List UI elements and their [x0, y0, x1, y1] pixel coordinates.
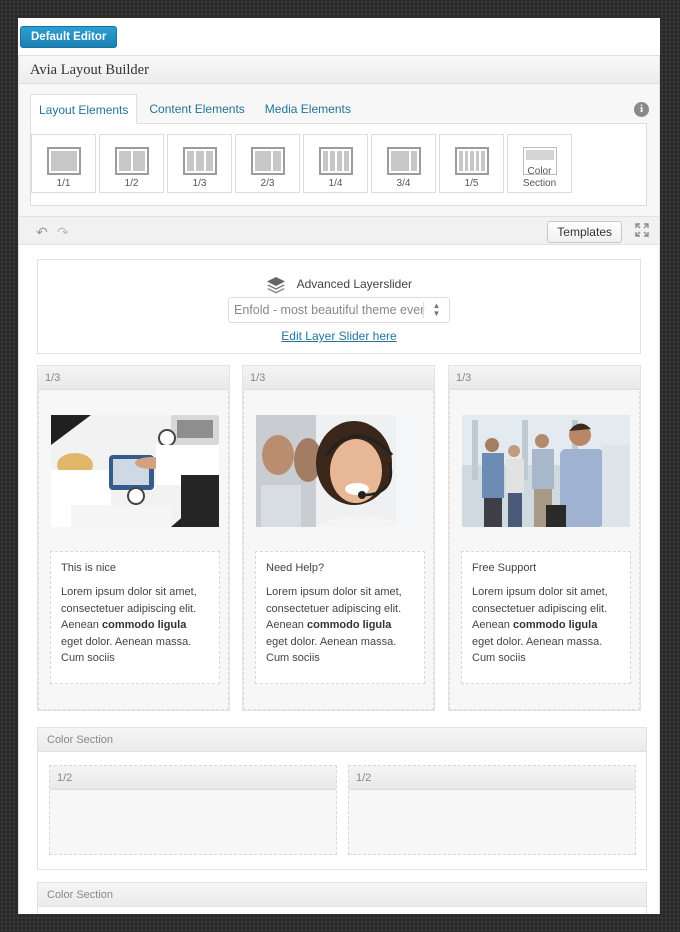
layout-3-4-button[interactable]: 3/4 — [371, 134, 436, 193]
editor-frame: Default Editor Avia Layout Builder Layou… — [18, 18, 660, 914]
layout-1-4-icon — [319, 147, 353, 175]
one-half-column[interactable]: 1/2 — [348, 765, 636, 855]
layout-builder: Avia Layout Builder Layout Elements Cont… — [18, 55, 660, 914]
shortcode-label: 1/1 — [56, 178, 71, 189]
text-block-title: Need Help? — [266, 562, 325, 574]
builder-canvas: Advanced Layerslider Enfold - most beaut… — [19, 245, 659, 914]
business-meeting-photo[interactable] — [51, 415, 219, 527]
layout-1-2-button[interactable]: 1/2 — [99, 134, 164, 193]
one-third-column[interactable]: 1/3 — [242, 365, 435, 711]
shortcode-label: 1/4 — [328, 178, 343, 189]
undo-icon[interactable]: ↶ — [36, 224, 48, 241]
text-block-title: Free Support — [472, 562, 537, 574]
shortcode-label: 1/5 — [464, 178, 479, 189]
column-size-label: 1/3 — [243, 366, 434, 390]
text-block-body: Lorem ipsum dolor sit amet, consectetuer… — [266, 586, 402, 664]
elements-area: Layout Elements Content Elements Media E… — [19, 84, 659, 217]
layout-1-2-icon — [115, 147, 149, 175]
text-block[interactable]: Free Support Lorem ipsum dolor sit amet,… — [461, 551, 631, 684]
office-team-photo[interactable] — [462, 415, 630, 527]
layerslider-heading: Advanced Layerslider — [38, 276, 640, 294]
layout-1-1-button[interactable]: 1/1 — [31, 134, 96, 193]
shortcode-label: Color Section — [508, 166, 571, 189]
text-block-body: Lorem ipsum dolor sit amet, consectetuer… — [472, 586, 608, 664]
default-editor-button[interactable]: Default Editor — [20, 26, 118, 48]
column-size-label: 1/2 — [50, 766, 336, 790]
color-section[interactable]: Color Section — [37, 882, 647, 914]
builder-title: Avia Layout Builder — [19, 56, 659, 84]
layout-elements-panel: 1/1 1/2 1/3 2/3 1/4 3/4 1/5 Color Sectio… — [30, 123, 647, 206]
layout-1-4-button[interactable]: 1/4 — [303, 134, 368, 193]
tab-media-elements[interactable]: Media Elements — [257, 94, 359, 124]
column-body: Free Support Lorem ipsum dolor sit amet,… — [449, 391, 640, 710]
element-tabs: Layout Elements Content Elements Media E… — [30, 94, 363, 124]
layerslider-element[interactable]: Advanced Layerslider Enfold - most beaut… — [37, 259, 641, 354]
shortcode-label: 2/3 — [260, 178, 275, 189]
one-third-column[interactable]: 1/3 — [448, 365, 641, 711]
text-block-title: This is nice — [61, 562, 117, 574]
color-section-button[interactable]: Color Section — [507, 134, 572, 193]
column-body: This is nice Lorem ipsum dolor sit amet,… — [38, 391, 229, 710]
tab-content-elements[interactable]: Content Elements — [141, 94, 252, 124]
tab-layout-elements[interactable]: Layout Elements — [30, 94, 138, 124]
column-size-label: 1/2 — [349, 766, 635, 790]
shortcode-label: 1/2 — [124, 178, 139, 189]
column-size-label: 1/3 — [449, 366, 640, 390]
text-block[interactable]: This is nice Lorem ipsum dolor sit amet,… — [50, 551, 220, 684]
column-size-label: 1/3 — [38, 366, 229, 390]
shortcode-label-line2: Section — [522, 177, 557, 189]
column-body: Need Help? Lorem ipsum dolor sit amet, c… — [243, 391, 434, 710]
layerslider-selected-value: Enfold - most beautiful theme ever — [234, 303, 425, 317]
select-arrows-icon: ▲ ▼ — [423, 302, 449, 318]
color-section-title: Color Section — [38, 728, 646, 752]
one-third-column[interactable]: 1/3 — [37, 365, 230, 711]
templates-button[interactable]: Templates — [547, 221, 622, 243]
text-block-body: Lorem ipsum dolor sit amet, consectetuer… — [61, 586, 197, 664]
color-section-title: Color Section — [38, 883, 646, 907]
shortcode-label: 1/3 — [192, 178, 207, 189]
layout-1-3-icon — [183, 147, 217, 175]
info-icon[interactable]: i — [634, 102, 649, 117]
layout-1-1-icon — [47, 147, 81, 175]
layout-1-3-button[interactable]: 1/3 — [167, 134, 232, 193]
layout-1-5-icon — [455, 147, 489, 175]
layout-1-5-button[interactable]: 1/5 — [439, 134, 504, 193]
text-block[interactable]: Need Help? Lorem ipsum dolor sit amet, c… — [255, 551, 425, 684]
color-section[interactable]: Color Section 1/2 1/2 — [37, 727, 647, 870]
shortcode-label-line1: Color — [527, 166, 552, 177]
headset-support-photo[interactable] — [256, 415, 424, 527]
layout-2-3-icon — [251, 147, 285, 175]
builder-toolbar: ↶ ↷ Templates — [19, 217, 659, 245]
layerslider-title: Advanced Layerslider — [296, 277, 413, 292]
redo-icon[interactable]: ↷ — [57, 224, 69, 241]
shortcode-label: 3/4 — [396, 178, 411, 189]
fullscreen-icon[interactable] — [635, 223, 649, 237]
layers-icon — [266, 277, 285, 294]
edit-layer-slider-link[interactable]: Edit Layer Slider here — [38, 329, 640, 343]
layout-3-4-icon — [387, 147, 421, 175]
one-half-column[interactable]: 1/2 — [49, 765, 337, 855]
layerslider-select[interactable]: Enfold - most beautiful theme ever ▲ ▼ — [228, 297, 450, 323]
layout-2-3-button[interactable]: 2/3 — [235, 134, 300, 193]
